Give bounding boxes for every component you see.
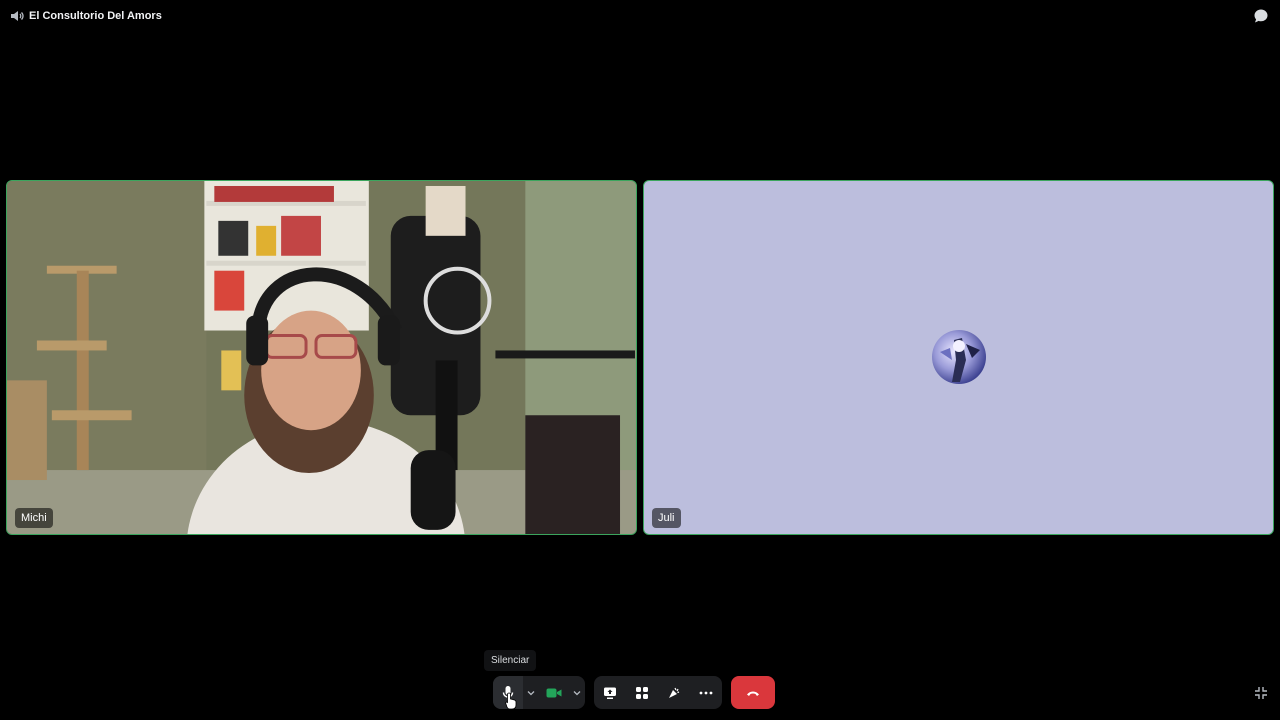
activities-icon — [636, 686, 648, 699]
soundboard-button[interactable] — [658, 676, 690, 709]
chat-bubble-icon[interactable] — [1253, 8, 1269, 24]
screen-share-button[interactable] — [594, 676, 626, 709]
speaker-icon — [11, 11, 24, 21]
avatar — [932, 330, 986, 384]
video-tile-michi[interactable]: Michi — [6, 180, 637, 535]
activities-button[interactable] — [626, 676, 658, 709]
camera-button[interactable] — [539, 676, 569, 709]
audio-options-button[interactable] — [523, 676, 539, 709]
video-camera-icon — [546, 688, 562, 697]
participant-name: Michi — [15, 508, 53, 528]
collapse-icon[interactable] — [1254, 686, 1268, 700]
leave-call-button[interactable] — [731, 676, 775, 709]
more-options-button[interactable] — [690, 676, 722, 709]
mouse-cursor — [505, 692, 517, 710]
webcam-video — [7, 181, 636, 534]
avatar-image — [940, 338, 980, 382]
soundboard-icon — [669, 687, 680, 698]
channel-title: El Consultorio Del Amors — [29, 10, 162, 22]
video-tile-juli[interactable]: Juli — [643, 180, 1274, 535]
video-options-button[interactable] — [569, 676, 585, 709]
call-actions — [594, 676, 722, 709]
screen-share-icon — [604, 687, 616, 699]
hang-up-icon — [747, 691, 759, 696]
call-header: El Consultorio Del Amors — [0, 0, 1280, 32]
participant-name: Juli — [652, 508, 681, 528]
mute-tooltip: Silenciar — [484, 650, 537, 671]
chevron-down-icon — [573, 690, 581, 695]
more-icon — [699, 691, 713, 694]
chevron-down-icon — [527, 690, 535, 695]
